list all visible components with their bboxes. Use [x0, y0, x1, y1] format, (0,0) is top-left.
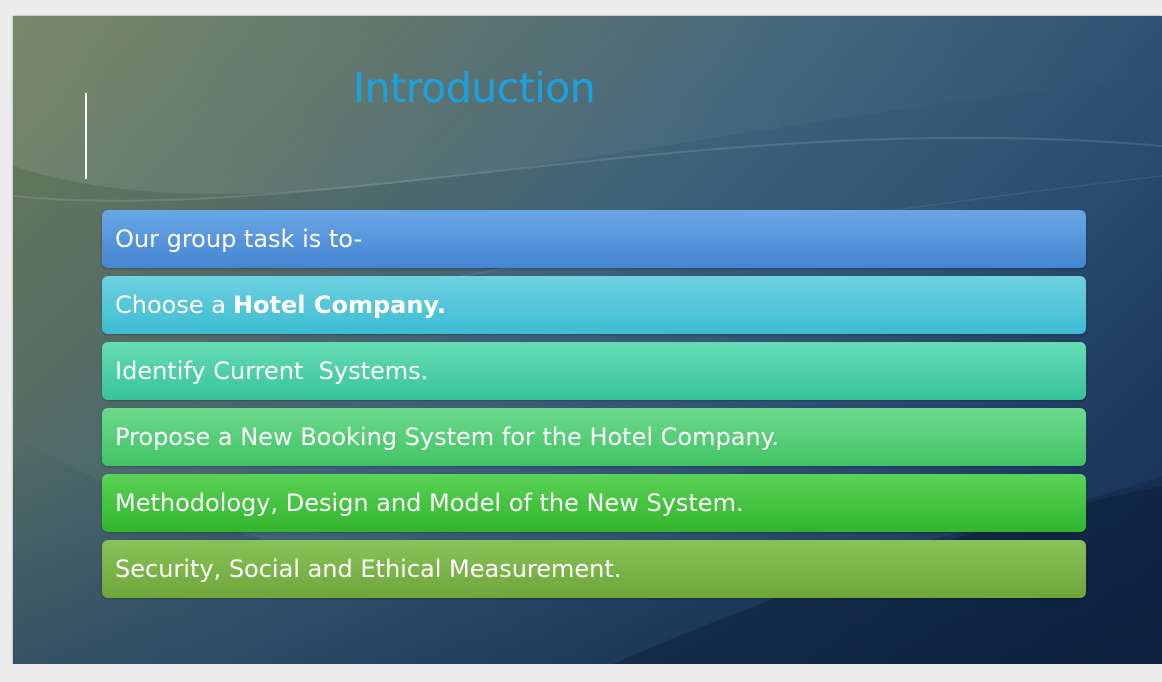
list-item-text: Propose a New Booking System for the Hot… — [115, 423, 780, 451]
task-list: Our group task is to- Choose a Hotel Com… — [102, 210, 1086, 606]
list-item-text: Security, Social and Ethical Measurement… — [115, 555, 622, 583]
slide-title[interactable]: Introduction — [353, 64, 596, 112]
list-item-bold-text: Hotel Company. — [232, 291, 446, 319]
text-cursor — [85, 93, 87, 179]
list-item[interactable]: Methodology, Design and Model of the New… — [102, 474, 1086, 532]
list-item[interactable]: Our group task is to- — [102, 210, 1086, 268]
status-bar-area — [0, 664, 1162, 682]
list-item[interactable]: Choose a Hotel Company. — [102, 276, 1086, 334]
list-item-text: Our group task is to- — [115, 225, 363, 253]
list-item[interactable]: Identify Current Systems. — [102, 342, 1086, 400]
list-item-text: Methodology, Design and Model of the New… — [115, 489, 744, 517]
list-item[interactable]: Propose a New Booking System for the Hot… — [102, 408, 1086, 466]
list-item[interactable]: Security, Social and Ethical Measurement… — [102, 540, 1086, 598]
list-item-text: Identify Current Systems. — [115, 357, 429, 385]
presentation-window: Introduction Our group task is to- Choos… — [0, 0, 1162, 682]
slide-canvas[interactable]: Introduction Our group task is to- Choos… — [13, 16, 1162, 664]
list-item-text: Choose a — [115, 291, 226, 319]
